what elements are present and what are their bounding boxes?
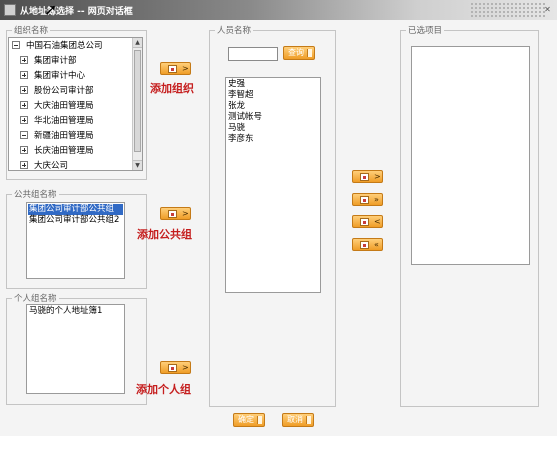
public-group-list[interactable]: 集团公司审计部公共组 集团公司审计部公共组2: [26, 202, 125, 279]
add-public-group-label: 添加公共组: [137, 228, 192, 241]
list-item[interactable]: 马骁: [227, 123, 319, 134]
tree-node[interactable]: 长庆油田管理局: [20, 144, 94, 158]
ok-button[interactable]: 确定: [233, 413, 265, 427]
mouse-cursor-icon: ➚: [44, 0, 58, 19]
list-item[interactable]: 集团公司审计部公共组2: [28, 215, 123, 226]
ok-button-label: 确定: [238, 415, 254, 424]
add-icon: [168, 364, 177, 372]
expand-plus-icon[interactable]: [20, 71, 28, 79]
org-tree[interactable]: 中国石油集团总公司集团审计部集团审计中心 股份公司审计部 大庆油田管理局 华北油田管理…: [8, 37, 143, 171]
title-bar: 从地址簿选择 -- 网页对话框 ✕: [0, 0, 557, 20]
list-item[interactable]: 史强: [227, 79, 319, 90]
close-icon[interactable]: ✕: [542, 4, 553, 15]
window-title: 从地址簿选择 -- 网页对话框: [20, 7, 133, 17]
move-all-left-button[interactable]: «: [352, 238, 383, 251]
bottom-strip: [0, 436, 557, 453]
search-button-label: 查询: [288, 48, 304, 57]
tree-node[interactable]: 华北油田管理局: [20, 114, 94, 128]
personal-group-list[interactable]: 马骁的个人地址簿1: [26, 304, 125, 394]
tree-node-label: 长庆油田管理局: [34, 146, 94, 156]
people-list[interactable]: 史强 李智超 张龙 测试帐号 马骁 李彦东: [225, 77, 321, 293]
personal-group-legend: 个人组名称: [14, 294, 57, 304]
arrow-left-icon: <: [374, 217, 381, 226]
expand-plus-icon[interactable]: [20, 161, 28, 169]
add-icon: [168, 65, 177, 73]
users-add-all-icon: [360, 196, 369, 204]
list-item[interactable]: 测试帐号: [227, 112, 319, 123]
collapse-minus-icon[interactable]: [12, 41, 20, 49]
arrow-right-icon: >: [182, 363, 189, 372]
selected-panel-legend: 已选项目: [408, 26, 443, 36]
expand-plus-icon[interactable]: [20, 56, 28, 64]
list-item[interactable]: 集团公司审计部公共组: [28, 204, 123, 215]
public-group-legend: 公共组名称: [14, 190, 57, 200]
tree-node-label: 中国石油集团总公司: [26, 41, 103, 51]
scroll-down-arrow-icon[interactable]: ▼: [133, 160, 142, 170]
collapse-minus-icon[interactable]: [20, 131, 28, 139]
arrow-right-icon: >: [182, 209, 189, 218]
arrow-right-icon: >: [374, 172, 381, 181]
tree-node-label: 股份公司审计部: [34, 86, 94, 96]
user-remove-icon: [360, 218, 369, 226]
tree-node[interactable]: 中国石油集团总公司: [12, 39, 103, 53]
button-arrow-icon: [257, 416, 262, 424]
cancel-button-label: 取消: [287, 415, 303, 424]
tree-node[interactable]: 集团审计部: [20, 54, 77, 68]
tree-node[interactable]: 集团审计中心: [20, 69, 85, 83]
list-item[interactable]: 张龙: [227, 101, 319, 112]
tree-node-label: 大庆公司: [34, 161, 69, 171]
arrow-right-icon: >: [182, 64, 189, 73]
tree-node-label: 大庆油田管理局: [34, 101, 94, 111]
window-icon: [4, 4, 16, 16]
tree-node-label: 新疆油田管理局: [34, 131, 94, 141]
scroll-up-arrow-icon[interactable]: ▲: [133, 38, 142, 48]
tree-node[interactable]: 大庆油田管理局: [20, 99, 94, 113]
cancel-button[interactable]: 取消: [282, 413, 314, 427]
user-add-icon: [360, 173, 369, 181]
org-tree-scrollbar[interactable]: ▲ ▼: [132, 38, 142, 170]
tree-node-label: 集团审计部: [34, 56, 77, 66]
expand-plus-icon[interactable]: [20, 116, 28, 124]
double-arrow-left-icon: «: [374, 240, 379, 249]
scroll-thumb[interactable]: [134, 50, 141, 152]
button-arrow-icon: [307, 49, 312, 57]
expand-plus-icon[interactable]: [20, 146, 28, 154]
tree-node[interactable]: 新疆油田管理局: [20, 129, 94, 143]
selected-list[interactable]: [411, 46, 530, 265]
list-item[interactable]: 李彦东: [227, 134, 319, 145]
add-org-button[interactable]: >: [160, 62, 191, 75]
move-all-right-button[interactable]: »: [352, 193, 383, 206]
move-one-left-button[interactable]: <: [352, 215, 383, 228]
add-org-label: 添加组织: [150, 82, 194, 95]
add-icon: [168, 210, 177, 218]
move-one-right-button[interactable]: >: [352, 170, 383, 183]
org-panel-legend: 组织名称: [14, 26, 49, 36]
add-personal-group-label: 添加个人组: [136, 383, 191, 396]
search-button[interactable]: 查询: [283, 46, 315, 60]
add-personal-group-button[interactable]: >: [160, 361, 191, 374]
tree-node-label: 集团审计中心: [34, 71, 86, 81]
double-arrow-right-icon: »: [374, 195, 379, 204]
list-item[interactable]: 马骁的个人地址簿1: [28, 306, 123, 317]
add-public-group-button[interactable]: >: [160, 207, 191, 220]
search-input[interactable]: [228, 47, 278, 61]
button-arrow-icon: [306, 416, 311, 424]
people-panel-legend: 人员名称: [217, 26, 252, 36]
expand-plus-icon[interactable]: [20, 86, 28, 94]
users-remove-all-icon: [360, 241, 369, 249]
expand-plus-icon[interactable]: [20, 101, 28, 109]
tree-node[interactable]: 股份公司审计部: [20, 84, 94, 98]
tree-node-label: 华北油田管理局: [34, 116, 94, 126]
title-pattern: [470, 2, 545, 17]
tree-node[interactable]: 大庆公司: [20, 159, 69, 171]
list-item[interactable]: 李智超: [227, 90, 319, 101]
